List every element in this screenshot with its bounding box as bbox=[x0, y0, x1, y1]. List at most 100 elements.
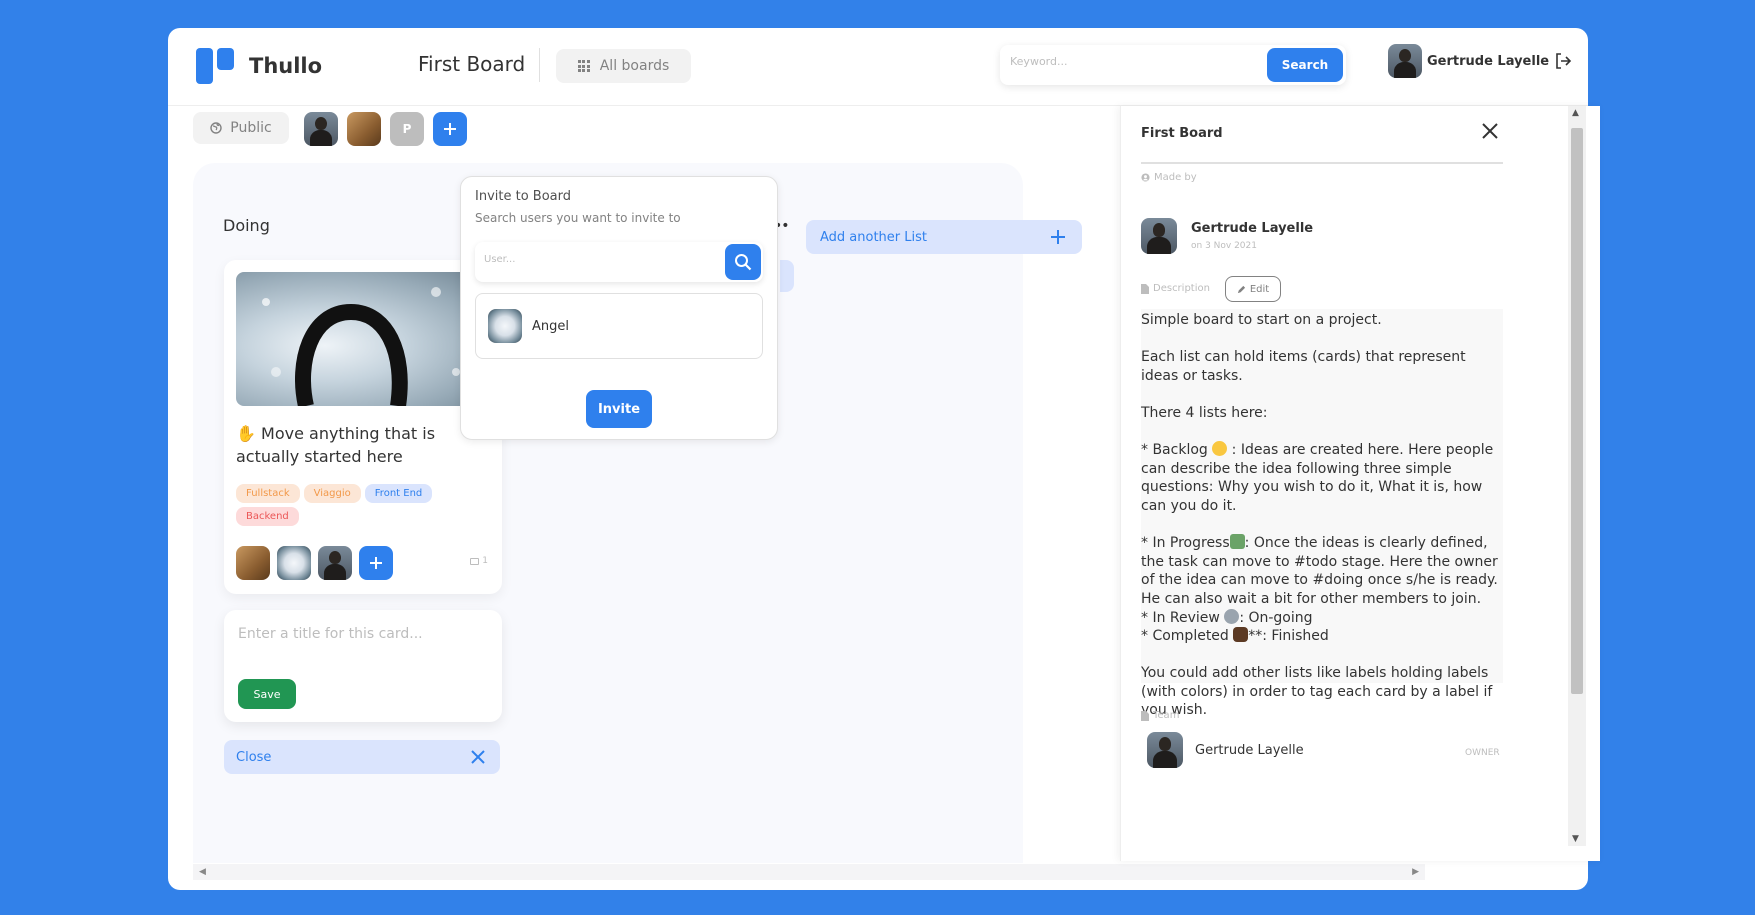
user-name: Gertrude Layelle bbox=[1427, 53, 1550, 69]
invite-button[interactable]: Invite bbox=[586, 390, 652, 428]
scroll-right-icon[interactable]: ▶ bbox=[1412, 867, 1419, 877]
edit-description-button[interactable]: Edit bbox=[1225, 276, 1281, 302]
scroll-thumb[interactable] bbox=[1571, 128, 1583, 694]
team-label-text: Team bbox=[1153, 710, 1180, 721]
save-card-button[interactable]: Save bbox=[238, 679, 296, 709]
user-avatar bbox=[1388, 44, 1422, 78]
invite-search-bar bbox=[475, 242, 763, 282]
board-members: P bbox=[304, 112, 476, 146]
description-paragraph: * In Review : On-going bbox=[1141, 608, 1313, 626]
pencil-icon bbox=[1237, 285, 1245, 293]
logout-icon[interactable] bbox=[1554, 52, 1572, 70]
tag-fullstack: Fullstack bbox=[236, 484, 300, 503]
description-paragraph: Simple board to start on a project. bbox=[1141, 312, 1382, 328]
globe-icon bbox=[210, 122, 222, 134]
team-label: Team bbox=[1141, 710, 1179, 721]
close-icon bbox=[471, 750, 485, 764]
team-member-name: Gertrude Layelle bbox=[1195, 742, 1304, 758]
card-member-avatar[interactable] bbox=[236, 546, 270, 580]
board-title: First Board bbox=[418, 52, 526, 76]
card-title: ✋ Move anything that is actually started… bbox=[236, 422, 490, 468]
member-avatar-initial[interactable]: P bbox=[390, 112, 424, 146]
creation-date: on 3 Nov 2021 bbox=[1191, 241, 1257, 251]
scroll-left-icon[interactable]: ◀ bbox=[199, 867, 206, 877]
tag-backend: Backend bbox=[236, 507, 299, 526]
add-card-member-button[interactable] bbox=[359, 546, 393, 580]
user-circle-icon bbox=[1141, 173, 1150, 182]
calendar-emoji-icon bbox=[1229, 534, 1245, 550]
tag-front-end: Front End bbox=[364, 484, 433, 503]
board-horizontal-scrollbar[interactable]: ◀ ▶ bbox=[193, 864, 1425, 880]
celebrate-emoji-icon bbox=[1233, 627, 1249, 643]
card-members bbox=[236, 546, 400, 580]
user-menu[interactable]: Gertrude Layelle bbox=[1388, 44, 1572, 78]
panel-divider bbox=[1141, 162, 1503, 164]
add-list-label: Add another List bbox=[820, 229, 927, 245]
user-search-input[interactable] bbox=[484, 254, 684, 265]
search-button[interactable]: Search bbox=[1267, 48, 1343, 82]
description-label-text: Description bbox=[1153, 283, 1210, 294]
comment-icon bbox=[470, 557, 480, 565]
card-tags: Fullstack Viaggio Front End Backend bbox=[236, 484, 490, 526]
card-title-input[interactable] bbox=[238, 626, 488, 642]
list-add-card-button[interactable] bbox=[780, 260, 794, 292]
invite-title: Invite to Board bbox=[475, 189, 571, 204]
board-description: Simple board to start on a project. Each… bbox=[1141, 309, 1503, 718]
close-label: Close bbox=[236, 749, 272, 765]
user-result-item[interactable]: Angel bbox=[475, 293, 763, 359]
edit-label: Edit bbox=[1249, 283, 1270, 295]
plus-icon bbox=[1051, 230, 1065, 244]
description-paragraph: You could add other lists like labels ho… bbox=[1141, 665, 1493, 719]
document-icon bbox=[1141, 710, 1149, 721]
app-name: Thullo bbox=[249, 54, 323, 78]
app-logo[interactable]: Thullo bbox=[196, 48, 322, 84]
plus-icon bbox=[370, 557, 382, 569]
team-member: Gertrude Layelle bbox=[1147, 732, 1304, 768]
add-member-button[interactable] bbox=[433, 112, 467, 146]
made-by-label: Made by bbox=[1141, 172, 1197, 183]
member-avatar[interactable] bbox=[304, 112, 338, 146]
search-bar: Search bbox=[1000, 45, 1346, 85]
close-icon[interactable] bbox=[1481, 122, 1499, 140]
visibility-label: Public bbox=[230, 120, 272, 136]
close-form-button[interactable]: Close bbox=[224, 740, 500, 774]
all-boards-button[interactable]: All boards bbox=[556, 49, 691, 83]
add-list-button[interactable]: Add another List bbox=[806, 220, 1082, 254]
creator-avatar bbox=[1141, 218, 1177, 254]
description-paragraph: There 4 lists here: bbox=[1141, 404, 1268, 421]
made-by-text: Made by bbox=[1154, 172, 1197, 183]
description-label: Description bbox=[1141, 283, 1210, 294]
description-paragraph: * In Progress: Once the ideas is clearly… bbox=[1141, 534, 1498, 607]
tag-viaggio: Viaggio bbox=[303, 484, 361, 503]
visibility-button[interactable]: Public bbox=[193, 112, 289, 144]
creator-name: Gertrude Layelle bbox=[1191, 221, 1314, 236]
thinking-emoji-icon bbox=[1212, 441, 1228, 457]
card-member-avatar[interactable] bbox=[318, 546, 352, 580]
all-boards-label: All boards bbox=[599, 58, 670, 74]
panel-vertical-scrollbar[interactable]: ▲ ▼ bbox=[1568, 106, 1586, 846]
member-avatar[interactable] bbox=[347, 112, 381, 146]
logo-icon bbox=[196, 48, 234, 84]
description-paragraph: * Backlog : Ideas are created here. Here… bbox=[1141, 441, 1494, 514]
user-search-button[interactable] bbox=[725, 244, 761, 280]
card-title-text: Move anything that is actually started h… bbox=[236, 424, 436, 466]
search-input[interactable] bbox=[1010, 55, 1230, 68]
card-member-avatar[interactable] bbox=[277, 546, 311, 580]
user-result-name: Angel bbox=[532, 318, 569, 334]
gear-emoji-icon bbox=[1224, 608, 1240, 624]
grid-icon bbox=[577, 60, 590, 72]
comment-count-value: 1 bbox=[482, 556, 488, 566]
board-details-panel: First Board Made by Gertrude Layelle on … bbox=[1120, 106, 1600, 861]
search-icon bbox=[735, 254, 752, 271]
board-creator: Gertrude Layelle on 3 Nov 2021 bbox=[1141, 218, 1313, 254]
new-card-form: Save bbox=[224, 610, 502, 722]
scroll-down-icon[interactable]: ▼ bbox=[1572, 834, 1579, 844]
top-header: Thullo First Board All boards Search Ger… bbox=[168, 28, 1588, 106]
comment-count: 1 bbox=[470, 556, 488, 566]
team-member-avatar bbox=[1147, 732, 1183, 768]
description-paragraph: * Completed **: Finished bbox=[1141, 627, 1329, 645]
card-cover-image bbox=[236, 272, 490, 406]
scroll-up-icon[interactable]: ▲ bbox=[1572, 108, 1579, 118]
document-icon bbox=[1141, 283, 1149, 294]
plus-icon bbox=[444, 123, 456, 135]
